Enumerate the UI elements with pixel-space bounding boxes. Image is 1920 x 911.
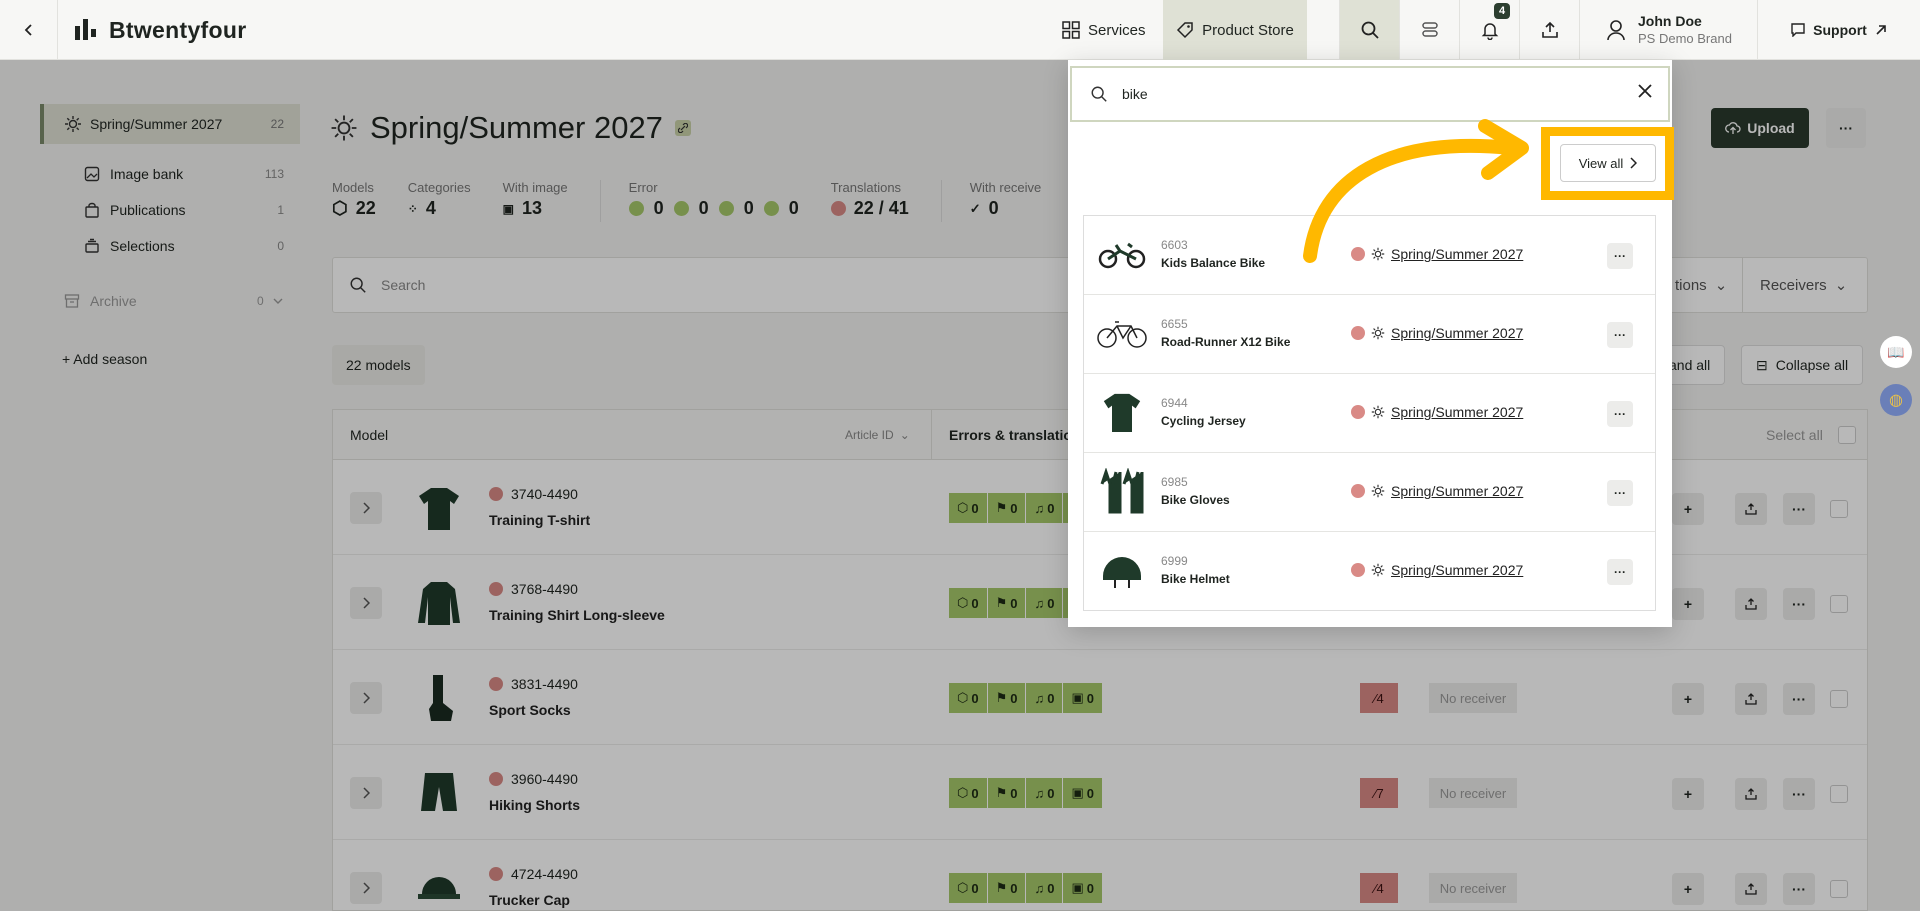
search-result-item[interactable]: 6944 Cycling Jersey Spring/Summer 2027 ·… — [1084, 374, 1655, 453]
grid-icon — [1062, 21, 1080, 39]
season-link[interactable]: Spring/Summer 2027 — [1391, 404, 1523, 420]
sun-icon — [1371, 326, 1385, 340]
search-result-item[interactable]: 6985 Bike Gloves Spring/Summer 2027 ··· — [1084, 453, 1655, 532]
user-name: John Doe — [1638, 13, 1702, 29]
sun-icon — [1371, 484, 1385, 498]
layers-icon — [1421, 22, 1438, 37]
tag-icon — [1177, 22, 1193, 39]
search-result-item[interactable]: 6999 Bike Helmet Spring/Summer 2027 ··· — [1084, 532, 1655, 611]
result-name: Cycling Jersey — [1161, 414, 1246, 428]
user-menu[interactable]: John Doe PS Demo Brand — [1579, 0, 1757, 60]
season-link[interactable]: Spring/Summer 2027 — [1391, 562, 1523, 578]
result-more-button[interactable]: ··· — [1607, 559, 1633, 585]
result-name: Bike Gloves — [1161, 493, 1230, 507]
back-button[interactable] — [0, 0, 58, 60]
result-season: Spring/Summer 2027 — [1351, 246, 1523, 262]
product-store-label: Product Store — [1202, 21, 1294, 39]
services-label: Services — [1088, 21, 1146, 39]
translation-status-icon — [1351, 247, 1365, 261]
result-id: 6603 — [1161, 238, 1188, 252]
search-results-list: 6603 Kids Balance Bike Spring/Summer 202… — [1083, 215, 1656, 611]
user-icon — [1607, 20, 1625, 41]
user-brand: PS Demo Brand — [1638, 31, 1732, 46]
search-result-item[interactable]: 6655 Road-Runner X12 Bike Spring/Summer … — [1084, 295, 1655, 374]
bell-icon — [1481, 23, 1498, 40]
book-button[interactable]: 📖 — [1880, 336, 1912, 368]
chevron-left-icon — [24, 24, 32, 36]
search-query: bike — [1122, 86, 1148, 102]
chat-icon — [1791, 23, 1805, 37]
result-id: 6944 — [1161, 396, 1188, 410]
translation-status-icon — [1351, 326, 1365, 340]
brand-name: Btwentyfour — [109, 16, 247, 43]
result-season: Spring/Summer 2027 — [1351, 325, 1523, 341]
result-name: Kids Balance Bike — [1161, 256, 1266, 270]
notification-count-badge: 4 — [1494, 3, 1511, 19]
sun-icon — [1371, 563, 1385, 577]
season-link[interactable]: Spring/Summer 2027 — [1391, 483, 1523, 499]
close-icon[interactable] — [1636, 82, 1654, 100]
result-more-button[interactable]: ··· — [1607, 401, 1633, 427]
global-search-input[interactable]: bike — [1070, 66, 1670, 122]
top-bar: Btwentyfour Services Product Store 4 Joh… — [0, 0, 1920, 60]
translation-status-icon — [1351, 563, 1365, 577]
result-more-button[interactable]: ··· — [1607, 322, 1633, 348]
search-toggle-button[interactable] — [1339, 0, 1399, 60]
translation-status-icon — [1351, 405, 1365, 419]
sun-icon — [1371, 247, 1385, 261]
result-name: Bike Helmet — [1161, 572, 1230, 586]
search-result-item[interactable]: 6603 Kids Balance Bike Spring/Summer 202… — [1084, 216, 1655, 295]
result-more-button[interactable]: ··· — [1607, 480, 1633, 506]
result-id: 6655 — [1161, 317, 1188, 331]
result-thumbnail — [1094, 384, 1150, 440]
result-thumbnail — [1094, 542, 1150, 598]
result-season: Spring/Summer 2027 — [1351, 483, 1523, 499]
result-thumbnail — [1094, 305, 1150, 361]
result-season: Spring/Summer 2027 — [1351, 404, 1523, 420]
result-id: 6999 — [1161, 554, 1188, 568]
support-link[interactable]: Support — [1757, 0, 1920, 60]
search-icon — [1361, 21, 1379, 39]
book-icon: 📖 — [1887, 343, 1905, 360]
globe-button[interactable]: ◍ — [1880, 384, 1912, 416]
product-store-nav[interactable]: Product Store — [1163, 0, 1307, 60]
result-name: Road-Runner X12 Bike — [1161, 335, 1291, 349]
season-link[interactable]: Spring/Summer 2027 — [1391, 246, 1523, 262]
support-label: Support — [1813, 22, 1867, 38]
view-all-button[interactable]: View all — [1560, 144, 1656, 182]
sun-icon — [1371, 405, 1385, 419]
search-icon — [1091, 86, 1107, 102]
services-nav[interactable]: Services — [1062, 0, 1162, 60]
season-link[interactable]: Spring/Summer 2027 — [1391, 325, 1523, 341]
result-more-button[interactable]: ··· — [1607, 243, 1633, 269]
upload-tray-icon — [1541, 21, 1558, 38]
translation-status-icon — [1351, 484, 1365, 498]
layers-button[interactable] — [1399, 0, 1459, 60]
logo-mark-icon — [75, 19, 96, 40]
result-thumbnail — [1094, 226, 1150, 282]
brand-logo[interactable]: Btwentyfour — [75, 16, 246, 44]
external-arrow-icon — [1876, 25, 1886, 35]
view-all-label: View all — [1578, 155, 1624, 171]
download-button[interactable] — [1519, 0, 1579, 60]
result-season: Spring/Summer 2027 — [1351, 562, 1523, 578]
chevron-right-icon — [1630, 157, 1638, 169]
globe-icon: ◍ — [1889, 392, 1903, 409]
result-id: 6985 — [1161, 475, 1188, 489]
result-thumbnail — [1094, 463, 1150, 519]
